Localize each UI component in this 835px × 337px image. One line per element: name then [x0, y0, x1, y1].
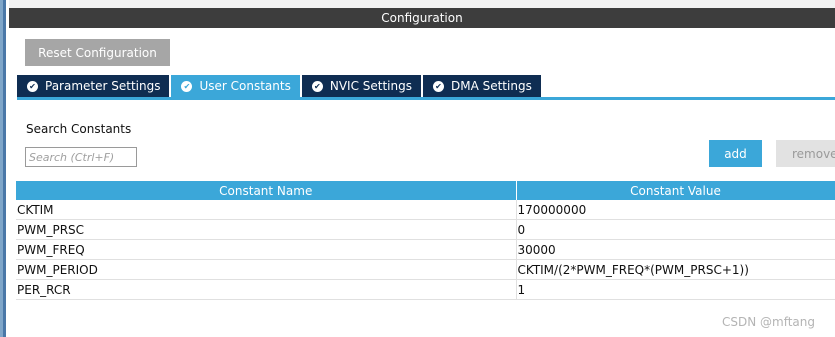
- check-circle-icon: ✔: [311, 80, 323, 92]
- tab-label: NVIC Settings: [329, 79, 412, 93]
- check-circle-icon: ✔: [27, 80, 38, 92]
- constant-value-cell[interactable]: 0: [516, 219, 835, 240]
- add-button[interactable]: add: [709, 140, 762, 167]
- column-header-value[interactable]: Constant Value: [516, 181, 835, 200]
- table-row[interactable]: PER_RCR 1: [16, 279, 835, 300]
- constants-table: Constant Name Constant Value CKTIM 17000…: [16, 181, 835, 300]
- check-circle-icon: ✔: [432, 80, 444, 92]
- panel-title: Configuration: [9, 8, 835, 28]
- remove-button[interactable]: remove: [776, 140, 835, 167]
- table-row[interactable]: PWM_FREQ 30000: [16, 239, 835, 260]
- left-edge-bar: [0, 0, 6, 337]
- column-header-name[interactable]: Constant Name: [16, 181, 517, 200]
- tab-bar: ✔ Parameter Settings ✔ User Constants ✔ …: [17, 75, 543, 97]
- constant-name-cell[interactable]: PWM_PRSC: [16, 219, 517, 240]
- search-label: Search Constants: [26, 122, 132, 136]
- tab-dma-settings[interactable]: ✔ DMA Settings: [422, 75, 541, 97]
- constant-name-cell[interactable]: CKTIM: [16, 200, 517, 220]
- watermark: CSDN @mftang: [722, 315, 816, 329]
- search-input[interactable]: [25, 147, 137, 167]
- constant-value-cell[interactable]: CKTIM/(2*PWM_FREQ*(PWM_PRSC+1)): [516, 259, 835, 280]
- tab-underline: [17, 97, 835, 100]
- table-row[interactable]: CKTIM 170000000: [16, 200, 835, 220]
- tab-parameter-settings[interactable]: ✔ Parameter Settings: [17, 75, 170, 97]
- constant-value-cell[interactable]: 30000: [516, 239, 835, 260]
- check-circle-icon: ✔: [181, 80, 193, 92]
- constant-name-cell[interactable]: PWM_PERIOD: [16, 259, 517, 280]
- tab-nvic-settings[interactable]: ✔ NVIC Settings: [301, 75, 421, 97]
- constant-name-cell[interactable]: PWM_FREQ: [16, 239, 517, 260]
- tab-label: DMA Settings: [450, 79, 532, 93]
- tab-label: User Constants: [199, 79, 291, 93]
- constant-name-cell[interactable]: PER_RCR: [16, 279, 517, 300]
- table-row[interactable]: PWM_PRSC 0: [16, 219, 835, 240]
- constant-value-cell[interactable]: 170000000: [516, 200, 835, 220]
- tab-user-constants[interactable]: ✔ User Constants: [171, 75, 300, 97]
- reset-configuration-button[interactable]: Reset Configuration: [25, 39, 170, 66]
- constant-value-cell[interactable]: 1: [516, 279, 835, 300]
- table-row[interactable]: PWM_PERIOD CKTIM/(2*PWM_FREQ*(PWM_PRSC+1…: [16, 259, 835, 280]
- table-header-row: Constant Name Constant Value: [16, 181, 835, 200]
- tab-label: Parameter Settings: [45, 79, 161, 93]
